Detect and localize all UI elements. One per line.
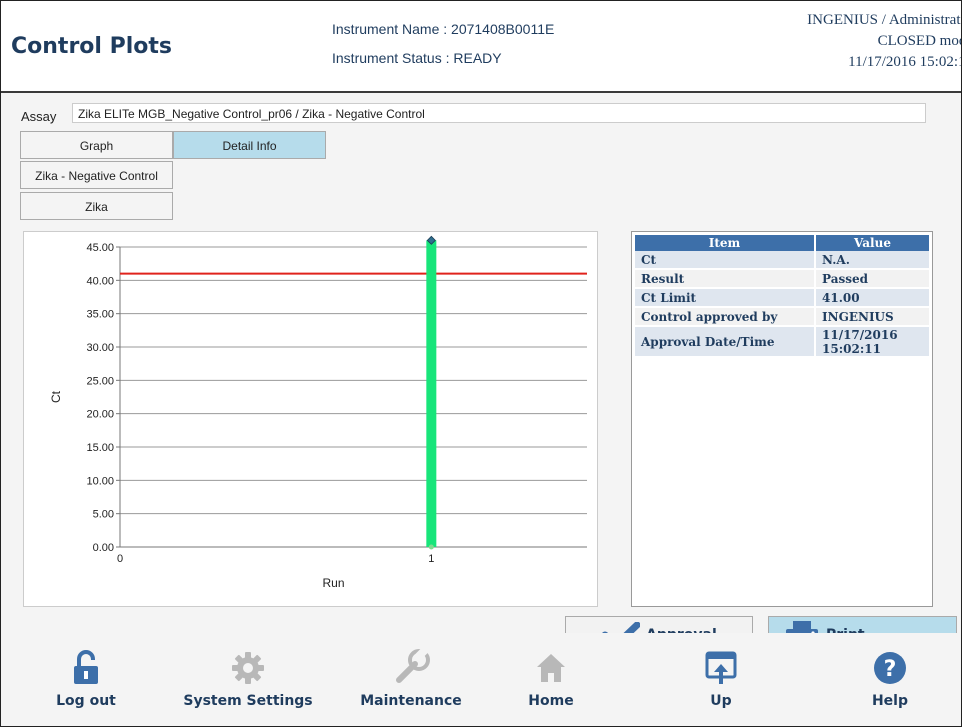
system-settings-button[interactable]: System Settings: [183, 643, 313, 709]
run-bar: [426, 240, 437, 548]
row-item: Ct: [635, 251, 816, 270]
svg-text:?: ?: [884, 657, 897, 682]
control-plot-chart: 0.00 5.00 10.00 15.00 20.00 25.00 30.00 35.00 40…: [23, 231, 598, 607]
tab-detail-info[interactable]: Detail Info: [173, 131, 326, 159]
row-item: Control approved by: [635, 307, 816, 327]
maintenance-label: Maintenance: [360, 693, 462, 709]
assay-label: Assay: [21, 109, 57, 124]
help-label: Help: [871, 693, 909, 709]
y-tick-label: 5.00: [93, 509, 114, 521]
mode-label: CLOSED mode: [877, 33, 961, 49]
subtab-zika[interactable]: Zika: [20, 192, 173, 220]
datetime-label: 11/17/2016 15:02:13: [848, 54, 962, 70]
help-icon: ?: [865, 643, 915, 693]
y-tick-label: 15.00: [86, 442, 114, 454]
wrench-icon: [356, 643, 466, 693]
row-value: 11/17/2016 15:02:11: [815, 326, 929, 358]
row-item: Approval Date/Time: [635, 326, 816, 358]
table-row: Result Passed: [635, 269, 929, 289]
user-label: INGENIUS / Administrator: [807, 12, 962, 28]
header: Control Plots Instrument Name : 2071408B…: [1, 1, 961, 93]
x-axis-label: Run: [322, 576, 344, 590]
x-tick-label: 1: [428, 553, 434, 565]
row-value: INGENIUS: [815, 307, 929, 327]
table-row: Ct N.A.: [635, 251, 929, 270]
up-button[interactable]: Up: [701, 643, 741, 709]
help-button[interactable]: ? Help: [865, 643, 915, 709]
up-label: Up: [710, 693, 732, 709]
home-icon: [526, 643, 576, 693]
table-row: Approval Date/Time 11/17/2016 15:02:11: [635, 326, 929, 358]
logout-button[interactable]: Log out: [41, 643, 131, 709]
subtab-zika-negative-control[interactable]: Zika - Negative Control: [20, 161, 173, 189]
footer-nav: Log out System Settings Maintenance Home…: [1, 633, 961, 726]
row-value: 41.00: [815, 288, 929, 308]
maintenance-button[interactable]: Maintenance: [356, 643, 466, 709]
up-arrow-icon: [701, 643, 741, 693]
chart-svg: 0.00 5.00 10.00 15.00 20.00 25.00 30.00 35.00 40…: [49, 235, 587, 590]
y-tick-label: 20.00: [86, 409, 114, 421]
table-row: Ct Limit 41.00: [635, 288, 929, 308]
header-value: Value: [815, 235, 929, 251]
home-button[interactable]: Home: [526, 643, 576, 709]
y-tick-label: 45.00: [86, 242, 114, 254]
detail-table: Item Value Ct N.A. Result Passed Ct Limi…: [635, 235, 929, 358]
y-tick-label: 0.00: [93, 542, 114, 554]
detail-table-panel: Item Value Ct N.A. Result Passed Ct Limi…: [631, 231, 933, 607]
run-base-point: [428, 544, 434, 550]
header-item: Item: [635, 235, 816, 251]
table-row: Control approved by INGENIUS: [635, 307, 929, 327]
system-settings-label: System Settings: [183, 693, 313, 709]
row-item: Ct Limit: [635, 288, 816, 308]
y-tick-label: 25.00: [86, 375, 114, 387]
main-content: Assay Zika ELITe MGB_Negative Control_pr…: [1, 93, 961, 654]
table-header-row: Item Value: [635, 235, 929, 251]
app-window: Control Plots Instrument Name : 2071408B…: [0, 0, 962, 727]
x-tick-label: 0: [117, 553, 123, 565]
row-value: N.A.: [815, 251, 929, 270]
instrument-status: Instrument Status : READY: [332, 50, 502, 66]
y-tick-label: 35.00: [86, 309, 114, 321]
home-label: Home: [528, 693, 574, 709]
assay-field: Zika ELITe MGB_Negative Control_pr06 / Z…: [72, 103, 926, 123]
y-tick-label: 40.00: [86, 275, 114, 287]
unlock-icon: [41, 643, 131, 693]
tab-graph[interactable]: Graph: [20, 131, 173, 159]
instrument-name: Instrument Name : 2071408B0011E: [332, 21, 555, 37]
row-value: Passed: [815, 269, 929, 289]
header-user-info: INGENIUS / Administrator CLOSED mode 11/…: [807, 10, 962, 73]
row-item: Result: [635, 269, 816, 289]
y-tick-label: 30.00: [86, 342, 114, 354]
logout-label: Log out: [56, 693, 116, 709]
y-axis-label: Ct: [49, 390, 63, 403]
gear-icon: [183, 643, 313, 693]
y-tick-label: 10.00: [86, 475, 114, 487]
page-title: Control Plots: [11, 34, 172, 59]
